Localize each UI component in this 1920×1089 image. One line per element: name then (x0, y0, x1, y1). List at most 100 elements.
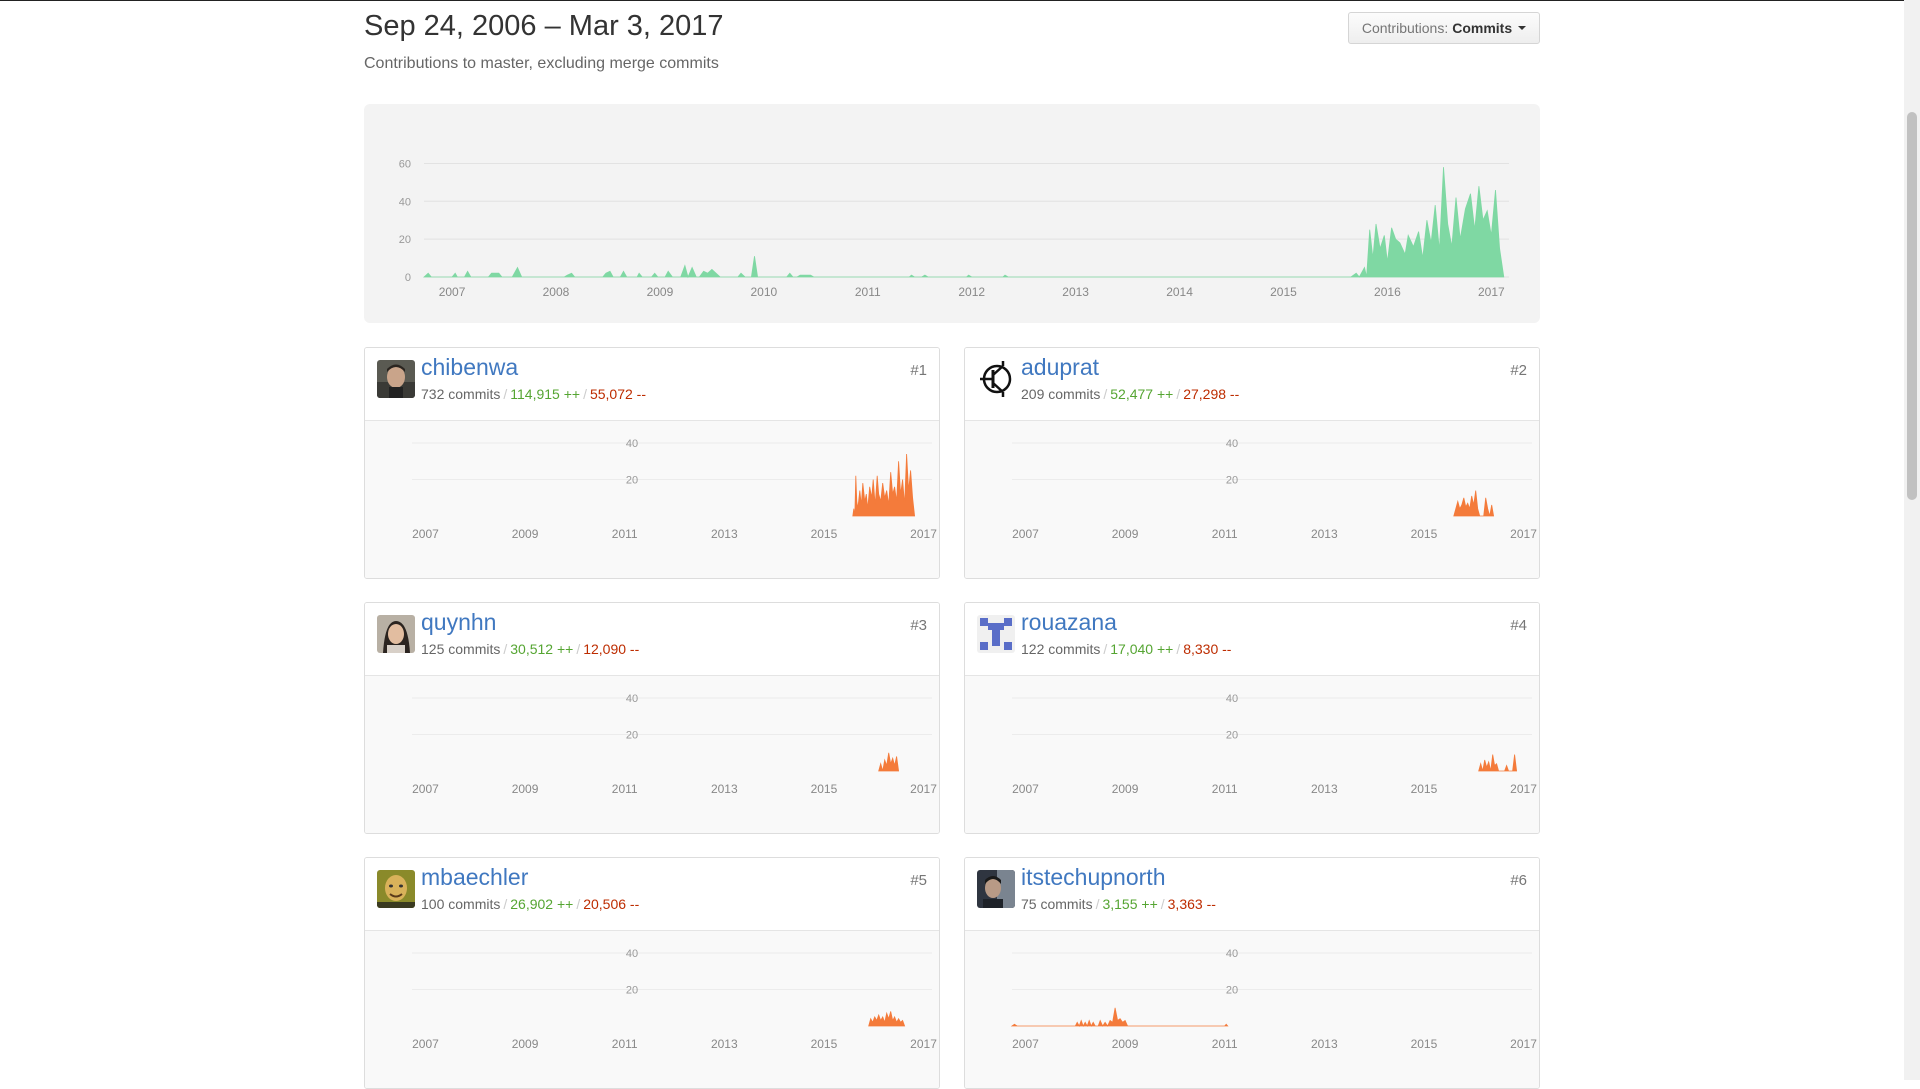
series-area (422, 167, 1505, 279)
contributor-name-link[interactable]: chibenwa (421, 354, 518, 381)
commit-count: 125 commits (421, 641, 501, 657)
contributor-card: chibenwa 732 commits/114,915 ++/55,072 -… (364, 347, 940, 579)
overview-chart[interactable]: 0 20 40 60 2007 2008 2009 2010 2011 2012 2013 2014 2… (364, 104, 1540, 323)
avatar[interactable] (977, 870, 1015, 908)
scrollbar-thumb[interactable] (1907, 112, 1917, 500)
x-tick-label: 2011 (612, 527, 638, 541)
contributor-name-link[interactable]: mbaechler (421, 864, 528, 891)
contributor-name-link[interactable]: rouazana (1021, 609, 1117, 636)
x-tick-label: 2011 (612, 1037, 638, 1051)
x-tick-label: 2011 (1212, 782, 1238, 796)
additions-count: 3,155 ++ (1102, 896, 1158, 912)
stat-separator: / (576, 896, 581, 912)
x-tick-label: 2009 (512, 782, 539, 796)
x-tick-label: 2015 (1270, 285, 1297, 299)
series-area (868, 1011, 906, 1027)
contributor-chart[interactable]: 20 40 2007 2009 2011 2013 2015 2017 (365, 421, 939, 578)
x-tick-label: 2007 (1012, 1037, 1039, 1051)
additions-count: 26,902 ++ (510, 896, 574, 912)
contributor-chart-svg: 20 40 2007 2009 2011 2013 2015 2017 (1012, 438, 1537, 541)
contributor-chart-svg: 20 40 2007 2009 2011 2013 2015 2017 (1012, 693, 1537, 796)
y-tick-label: 40 (626, 693, 638, 705)
deletions-count: 3,363 -- (1167, 896, 1216, 912)
x-tick-label: 2017 (1510, 782, 1537, 796)
x-tick-label: 2009 (1112, 1037, 1139, 1051)
stat-separator: / (583, 386, 587, 402)
x-tick-label: 2015 (1411, 527, 1438, 541)
contributor-chart[interactable]: 20 40 2007 2009 2011 2013 2015 2017 (965, 421, 1539, 578)
x-tick-label: 2017 (910, 1037, 937, 1051)
stat-separator: / (1176, 386, 1181, 402)
card-header: mbaechler 100 commits/26,902 ++/20,506 -… (365, 858, 939, 931)
y-tick-label: 40 (399, 196, 411, 208)
contributor-name-link[interactable]: itstechupnorth (1021, 864, 1165, 891)
contributor-chart-svg: 20 40 2007 2009 2011 2013 2015 2017 (1010, 948, 1537, 1051)
y-tick-label: 20 (399, 234, 411, 246)
contributions-dropdown[interactable]: Contributions: Commits (1348, 12, 1540, 44)
x-tick-label: 2013 (1311, 1037, 1338, 1051)
x-tick-label: 2017 (910, 527, 937, 541)
stat-separator: / (503, 896, 508, 912)
y-tick-label: 40 (626, 948, 638, 960)
x-tick-label: 2011 (855, 285, 881, 299)
contributor-name-link[interactable]: aduprat (1021, 354, 1099, 381)
y-tick-label: 20 (626, 730, 638, 742)
contributor-chart[interactable]: 20 40 2007 2009 2011 2013 2015 2017 (965, 931, 1539, 1088)
contributor-chart[interactable]: 20 40 2007 2009 2011 2013 2015 2017 (965, 676, 1539, 833)
avatar[interactable] (377, 870, 415, 908)
x-tick-label: 2015 (811, 1037, 838, 1051)
avatar[interactable] (977, 360, 1015, 398)
stat-separator: / (1103, 386, 1108, 402)
deletions-count: 55,072 -- (589, 386, 646, 402)
rank-badge: #6 (1510, 872, 1527, 889)
contributor-card: itstechupnorth 75 commits/3,155 ++/3,363… (964, 857, 1540, 1089)
commit-count: 209 commits (1021, 386, 1101, 402)
x-tick-label: 2011 (1212, 1037, 1238, 1051)
series-area (852, 453, 916, 517)
card-header: chibenwa 732 commits/114,915 ++/55,072 -… (365, 348, 939, 421)
contributor-stats: 75 commits/3,155 ++/3,363 -- (1021, 896, 1216, 912)
y-tick-label: 20 (1226, 730, 1238, 742)
y-tick-label: 40 (1226, 948, 1238, 960)
x-tick-label: 2013 (1062, 285, 1089, 299)
deletions-count: 12,090 -- (583, 641, 640, 657)
y-tick-label: 40 (1226, 693, 1238, 705)
x-tick-label: 2009 (647, 285, 674, 299)
x-tick-label: 2009 (1112, 527, 1139, 541)
contributor-chart[interactable]: 20 40 2007 2009 2011 2013 2015 2017 (365, 676, 939, 833)
additions-count: 30,512 ++ (510, 641, 574, 657)
contributor-stats: 732 commits/114,915 ++/55,072 -- (421, 386, 646, 402)
dropdown-label: Contributions: (1361, 20, 1449, 36)
x-tick-label: 2009 (512, 1037, 539, 1051)
contributor-chart-svg: 20 40 2007 2009 2011 2013 2015 2017 (412, 693, 937, 796)
x-tick-label: 2014 (1166, 285, 1193, 299)
avatar[interactable] (377, 615, 415, 653)
x-tick-label: 2013 (1311, 527, 1338, 541)
stat-separator: / (1103, 641, 1108, 657)
avatar[interactable] (377, 360, 415, 398)
x-tick-label: 2013 (1311, 782, 1338, 796)
x-tick-label: 2009 (1112, 782, 1139, 796)
y-tick-label: 60 (399, 158, 411, 170)
x-tick-label: 2007 (412, 527, 439, 541)
person-avatar-icon (377, 360, 415, 398)
y-tick-label: 20 (1226, 475, 1238, 487)
x-tick-label: 2007 (412, 1037, 439, 1051)
series-area (1010, 1007, 1229, 1027)
card-header: aduprat 209 commits/52,477 ++/27,298 -- … (965, 348, 1539, 421)
x-tick-label: 2009 (512, 527, 539, 541)
x-tick-label: 2010 (750, 285, 777, 299)
avatar[interactable] (977, 615, 1015, 653)
contributor-chart-svg: 20 40 2007 2009 2011 2013 2015 2017 (412, 948, 937, 1051)
x-tick-label: 2008 (543, 285, 570, 299)
stat-separator: / (1176, 641, 1181, 657)
stat-separator: / (503, 641, 508, 657)
contributor-chart[interactable]: 20 40 2007 2009 2011 2013 2015 2017 (365, 931, 939, 1088)
contributor-name-link[interactable]: quynhn (421, 609, 496, 636)
x-tick-label: 2007 (412, 782, 439, 796)
deletions-count: 27,298 -- (1183, 386, 1240, 402)
rank-badge: #3 (910, 617, 927, 634)
y-tick-label: 40 (626, 438, 638, 450)
stat-separator: / (1160, 896, 1165, 912)
x-tick-label: 2007 (439, 285, 466, 299)
